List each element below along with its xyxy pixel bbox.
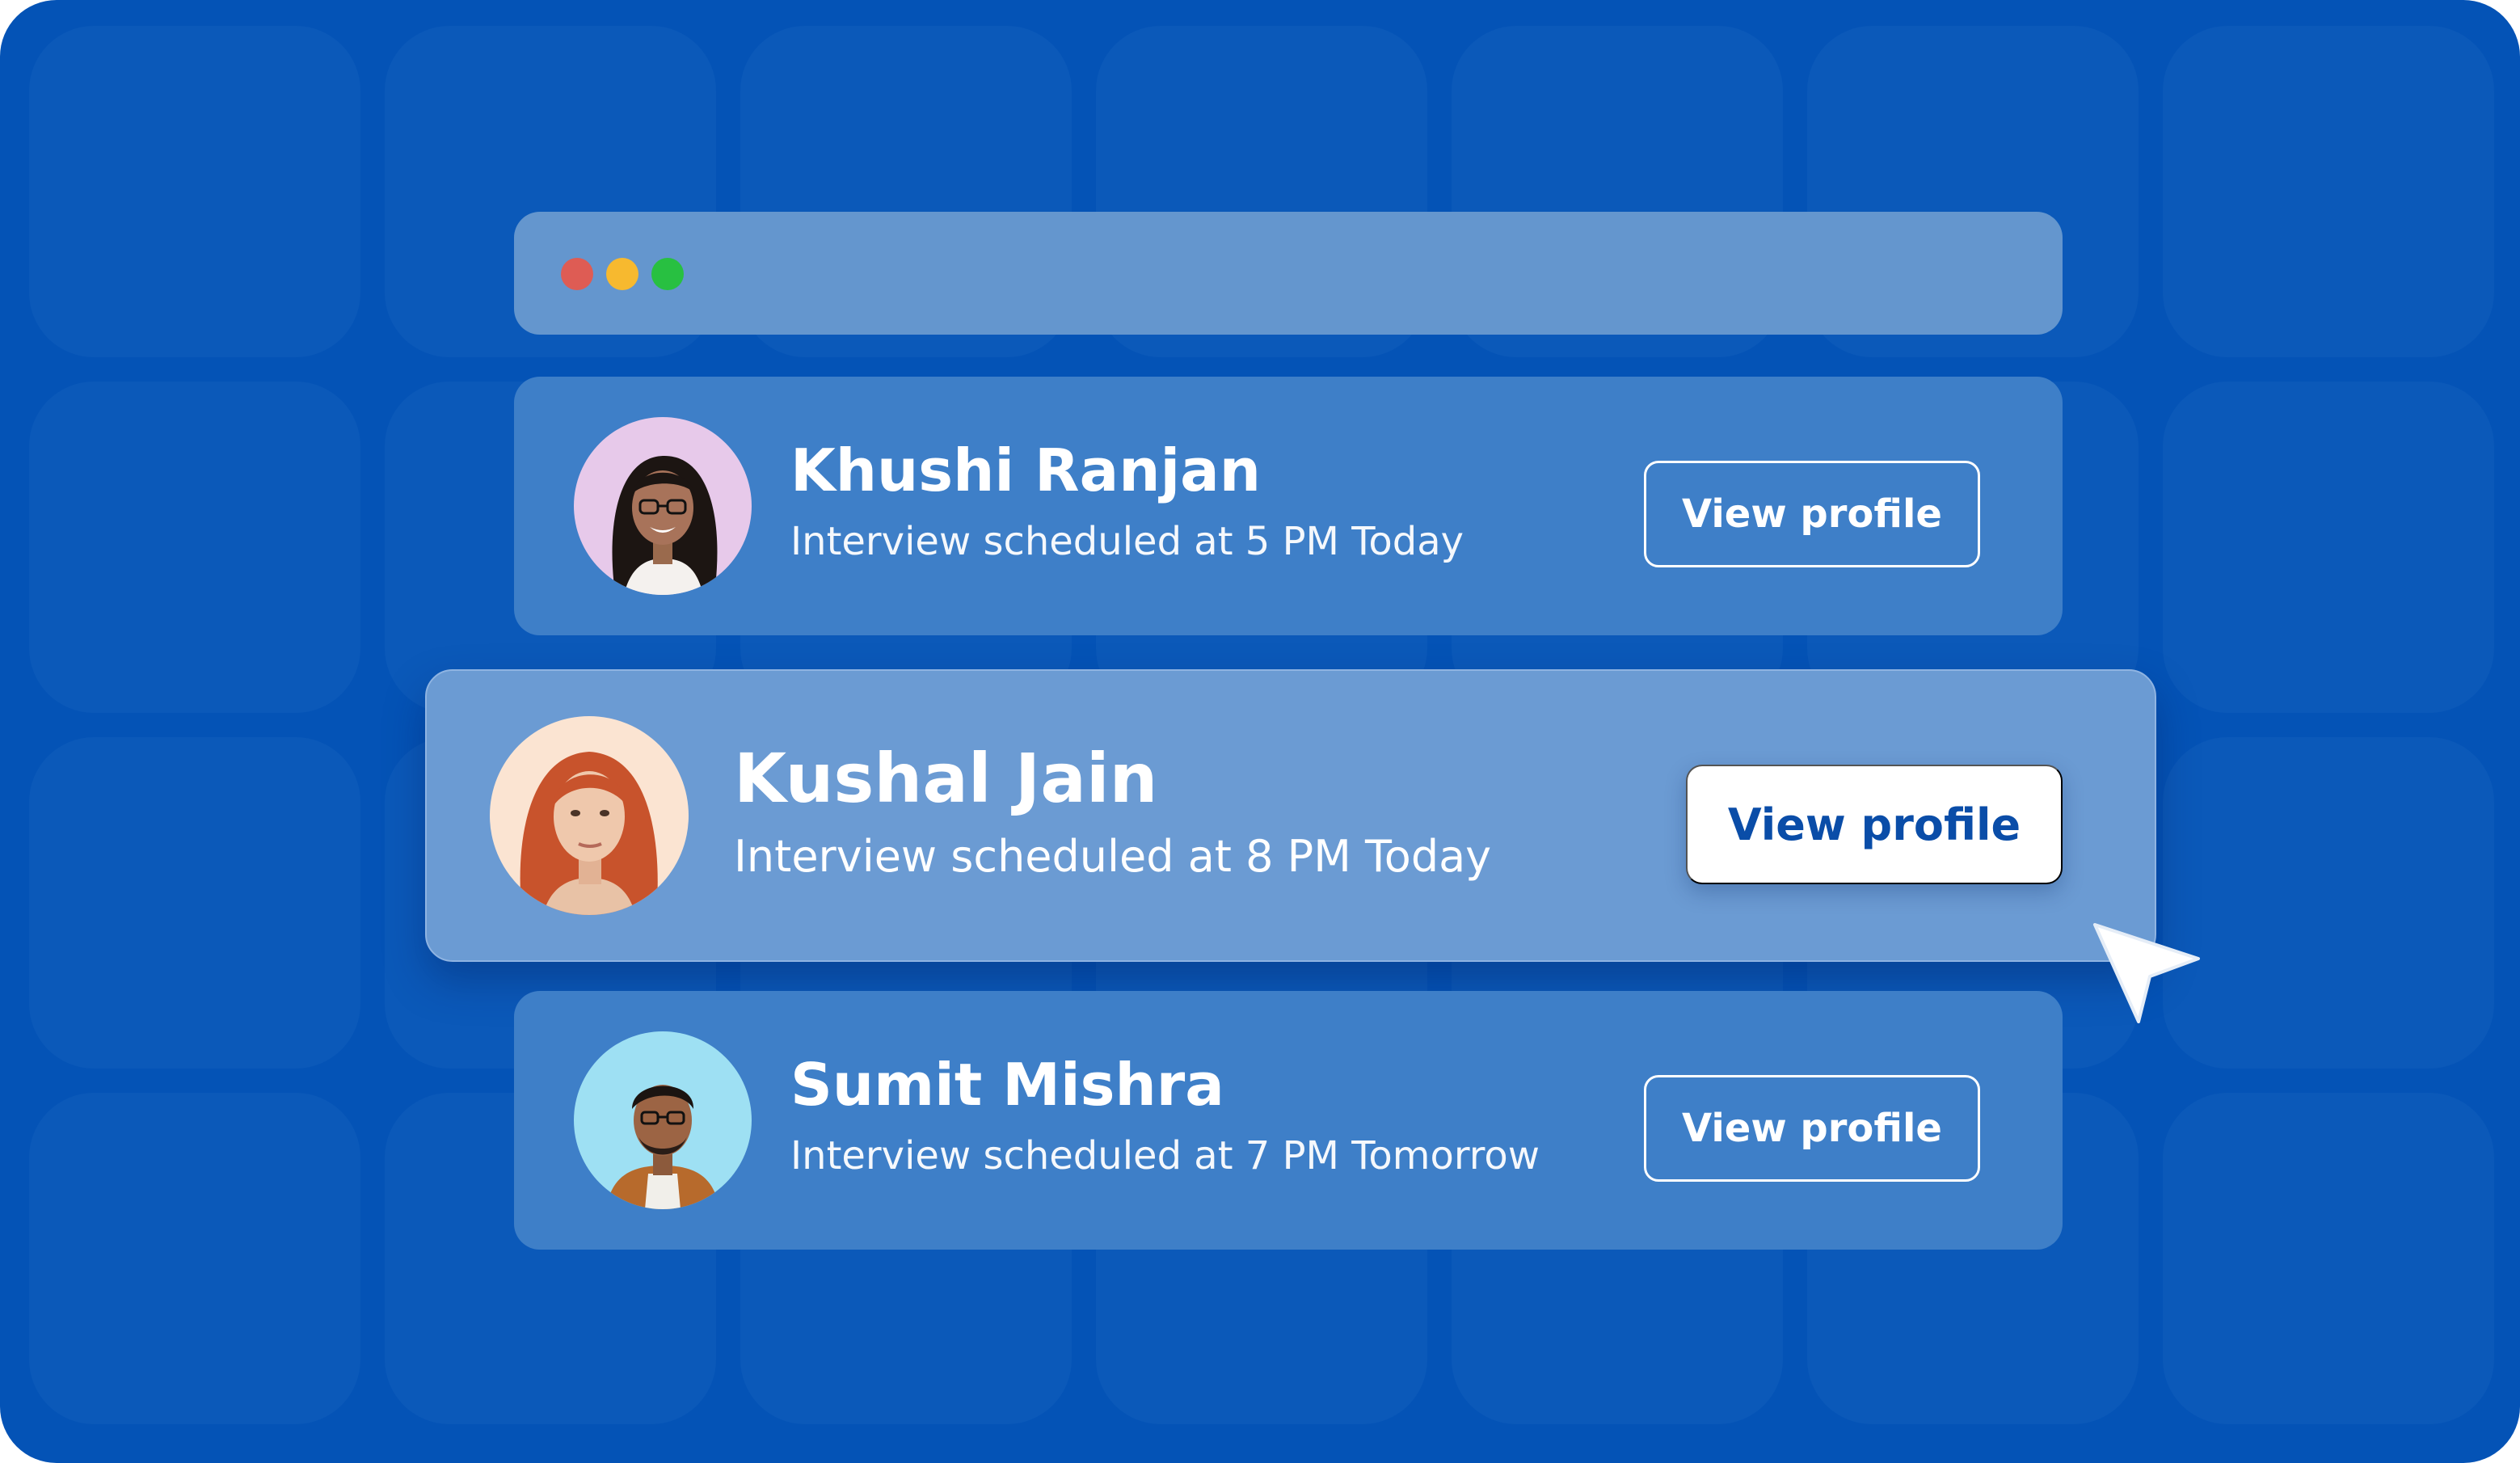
background-canvas: Khushi Ranjan Interview scheduled at 5 P… [0,0,2520,1463]
avatar [574,1031,752,1209]
candidate-card-highlighted: Kushal Jain Interview scheduled at 8 PM … [425,669,2156,962]
candidate-name: Kushal Jain [734,739,1158,818]
maximize-dot[interactable] [651,258,684,290]
window-title-bar [514,212,2063,335]
avatar-portrait [574,1031,752,1209]
candidate-card: Sumit Mishra Interview scheduled at 7 PM… [514,991,2063,1250]
view-profile-button[interactable]: View profile [1644,1075,1980,1182]
interview-schedule: Interview scheduled at 7 PM Tomorrow [790,1133,1540,1178]
close-dot[interactable] [561,258,593,290]
background-tile [29,737,360,1069]
avatar-portrait [490,716,689,915]
background-tile [29,26,360,357]
background-tile [2163,737,2494,1069]
candidate-name: Sumit Mishra [790,1051,1224,1119]
view-profile-button[interactable]: View profile [1686,765,2063,884]
interview-schedule: Interview scheduled at 8 PM Today [734,831,1492,882]
background-tile [2163,382,2494,713]
interview-schedule: Interview scheduled at 5 PM Today [790,519,1464,564]
background-tile [2163,26,2494,357]
background-tile [29,1093,360,1424]
avatar-portrait [574,417,752,595]
background-tile [29,382,360,713]
candidate-card: Khushi Ranjan Interview scheduled at 5 P… [514,377,2063,635]
avatar [574,417,752,595]
background-tile [2163,1093,2494,1424]
arrow-cursor-icon [2093,923,2200,1023]
avatar [490,716,689,915]
candidate-name: Khushi Ranjan [790,436,1261,504]
view-profile-button[interactable]: View profile [1644,461,1980,567]
minimize-dot[interactable] [606,258,638,290]
